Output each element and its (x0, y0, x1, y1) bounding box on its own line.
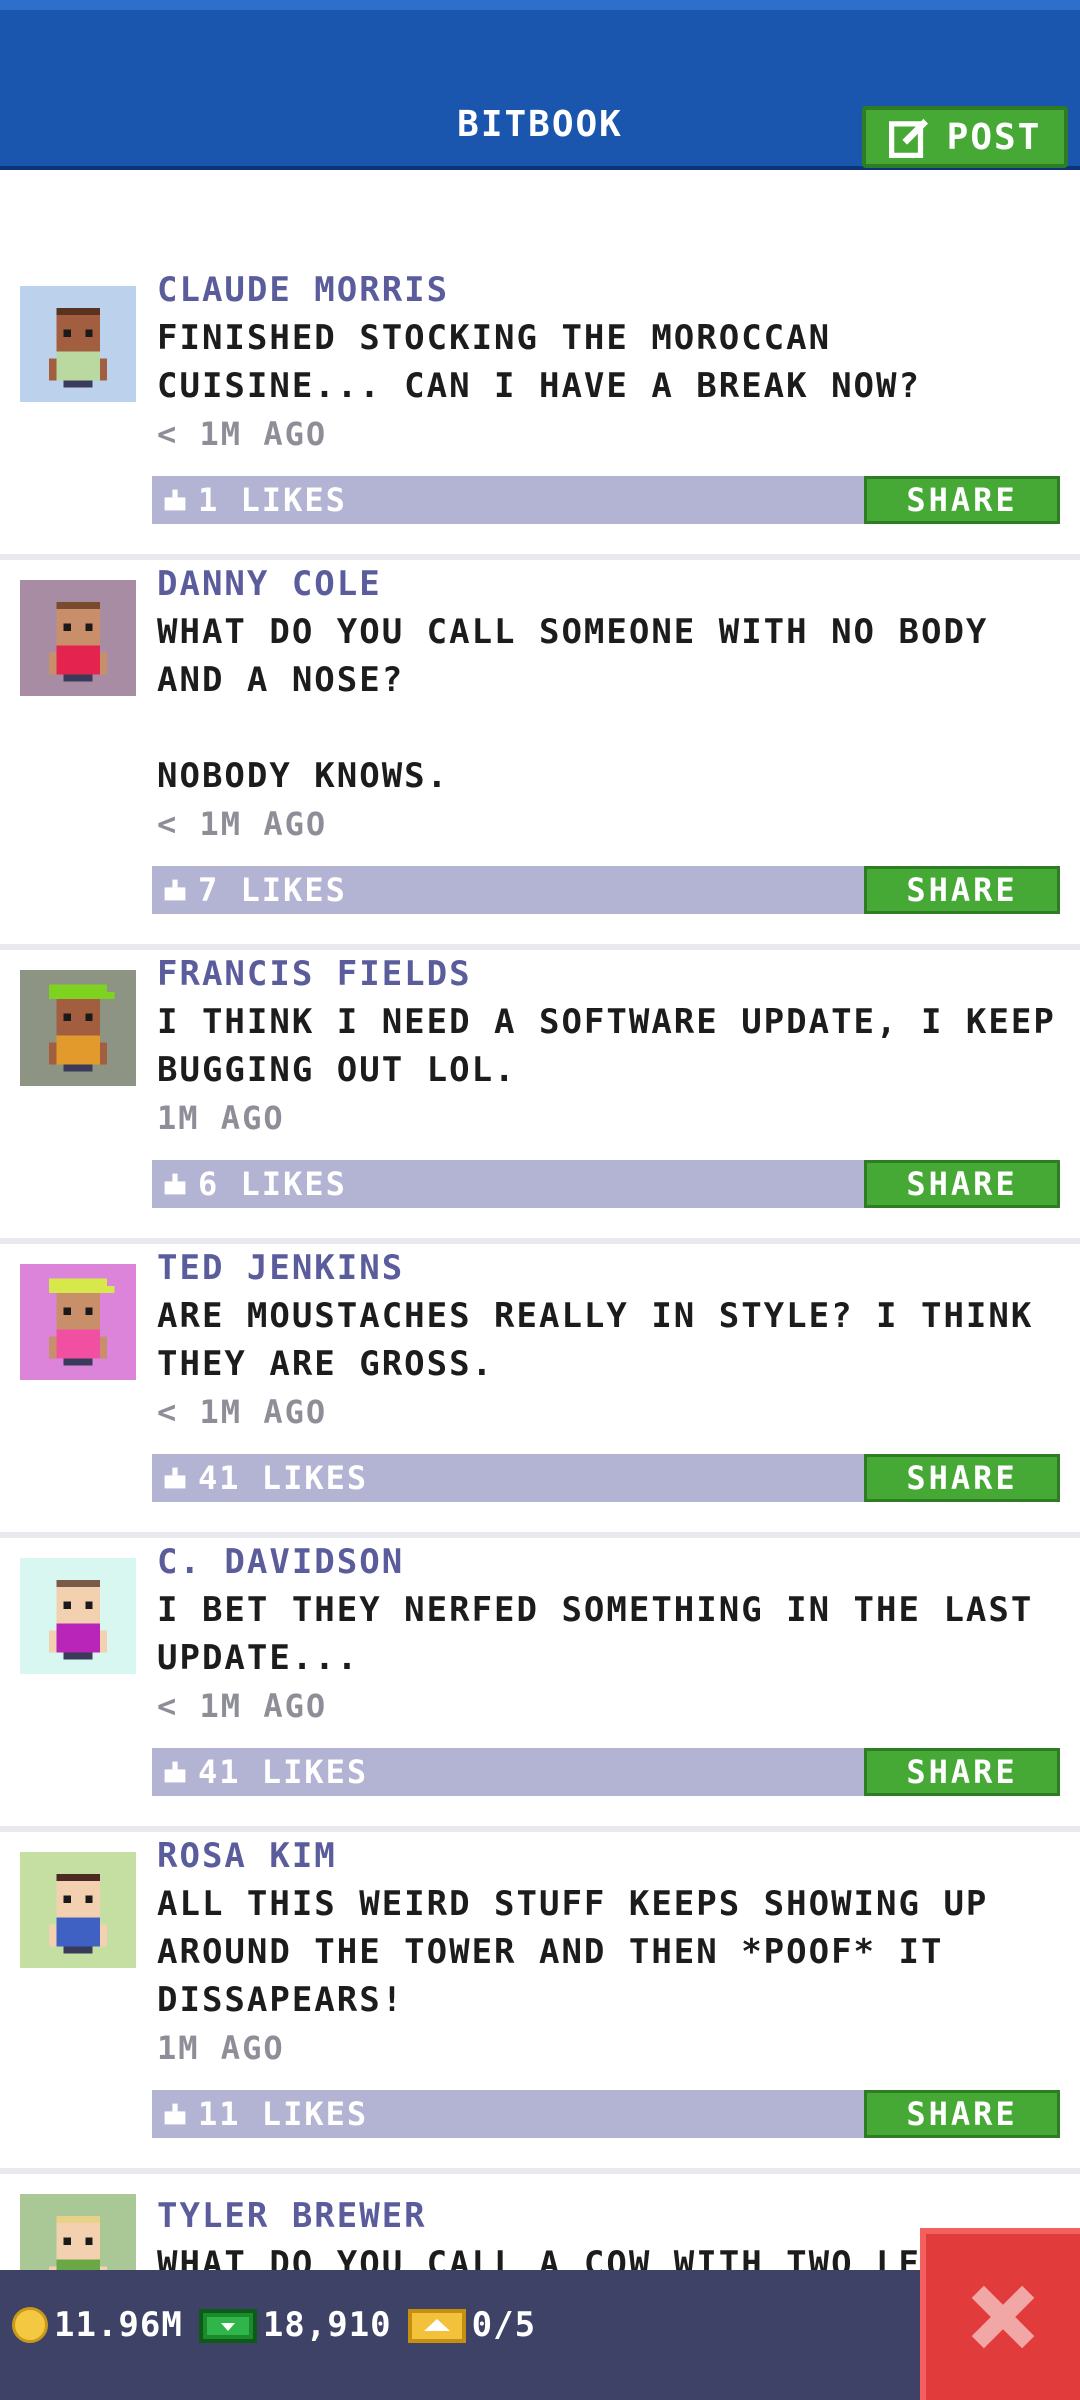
like-count: 41 LIKES (198, 1459, 369, 1497)
post-author[interactable]: DANNY COLE (157, 560, 382, 608)
post-time: < 1M AGO (157, 1393, 328, 1431)
like-button[interactable]: 1 LIKES (162, 476, 347, 524)
like-button[interactable]: 6 LIKES (162, 1160, 347, 1208)
feed-post: TED JENKINS ARE MOUSTACHES REALLY IN STY… (0, 1244, 1080, 1538)
ticket-icon (407, 2309, 466, 2343)
like-bar: 41 LIKES SHARE (152, 1748, 1060, 1796)
post-message: ARE MOUSTACHES REALLY IN STYLE? I THINK … (157, 1296, 1056, 1384)
coin-icon (12, 2307, 48, 2343)
coins-value: 11.96M (54, 2305, 183, 2345)
tickets-value: 0/5 (471, 2305, 537, 2345)
like-count: 1 LIKES (198, 481, 347, 519)
avatar[interactable] (20, 1264, 136, 1380)
like-count: 41 LIKES (198, 1753, 369, 1791)
like-bar: 6 LIKES SHARE (152, 1160, 1060, 1208)
post-time: < 1M AGO (157, 415, 328, 453)
like-button[interactable]: 41 LIKES (162, 1748, 368, 1796)
like-count: 6 LIKES (198, 1165, 347, 1203)
like-bar: 1 LIKES SHARE (152, 476, 1060, 524)
post-time: 1M AGO (157, 2029, 285, 2067)
post-author[interactable]: CLAUDE MORRIS (157, 266, 449, 314)
avatar[interactable] (20, 970, 136, 1086)
share-button[interactable]: SHARE (864, 1748, 1060, 1796)
tickets-display[interactable]: 0/5 (407, 2305, 537, 2345)
thumb-up-icon (164, 1761, 186, 1783)
share-button[interactable]: SHARE (864, 476, 1060, 524)
thumb-up-icon (164, 1467, 186, 1489)
post-message: FINISHED STOCKING THE MOROCCAN CUISINE..… (157, 318, 921, 406)
feed-list[interactable]: CLAUDE MORRIS FINISHED STOCKING THE MORO… (0, 170, 1080, 2270)
coins-display[interactable]: 11.96M (12, 2305, 183, 2345)
avatar[interactable] (20, 286, 136, 402)
currency-bar: 11.96M 18,910 0/5 (0, 2270, 1080, 2400)
post-time: < 1M AGO (157, 805, 328, 843)
post-message: WHAT DO YOU CALL SOMEONE WITH NO BODY AN… (157, 612, 989, 796)
bux-value: 18,910 (262, 2305, 392, 2345)
feed-post: TYLER BREWER WHAT DO YOU CALL A COW WITH… (0, 2174, 1080, 2270)
bux-display[interactable]: 18,910 (198, 2305, 392, 2345)
post-time: 1M AGO (157, 1099, 285, 1137)
like-count: 7 LIKES (198, 871, 347, 909)
post-button-label: POST (946, 116, 1042, 158)
post-author[interactable]: C. DAVIDSON (157, 1538, 404, 1586)
post-author[interactable]: FRANCIS FIELDS (157, 950, 472, 998)
like-button[interactable]: 41 LIKES (162, 1454, 368, 1502)
thumb-up-icon (164, 1173, 186, 1195)
feed-post: DANNY COLE WHAT DO YOU CALL SOMEONE WITH… (0, 560, 1080, 950)
thumb-up-icon (164, 879, 186, 901)
like-count: 11 LIKES (198, 2095, 369, 2133)
post-button[interactable]: POST (862, 106, 1068, 168)
like-bar: 41 LIKES SHARE (152, 1454, 1060, 1502)
thumb-up-icon (164, 2103, 186, 2125)
share-button[interactable]: SHARE (864, 1454, 1060, 1502)
bitbook-screen: BITBOOK POST CLAUDE MORRIS FINISHED STOC… (0, 0, 1080, 2400)
compose-icon (888, 118, 928, 158)
avatar[interactable] (20, 1558, 136, 1674)
post-author[interactable]: TED JENKINS (157, 1244, 404, 1292)
like-button[interactable]: 7 LIKES (162, 866, 347, 914)
bux-icon (198, 2309, 257, 2343)
close-button[interactable] (920, 2228, 1080, 2400)
post-author[interactable]: ROSA KIM (157, 1832, 337, 1880)
like-bar: 11 LIKES SHARE (152, 2090, 1060, 2138)
share-button[interactable]: SHARE (864, 866, 1060, 914)
feed-post: FRANCIS FIELDS I THINK I NEED A SOFTWARE… (0, 950, 1080, 1244)
share-button[interactable]: SHARE (864, 2090, 1060, 2138)
avatar[interactable] (20, 1852, 136, 1968)
feed-post: C. DAVIDSON I BET THEY NERFED SOMETHING … (0, 1538, 1080, 1832)
post-message: ALL THIS WEIRD STUFF KEEPS SHOWING UP AR… (157, 1884, 1011, 2020)
avatar[interactable] (20, 580, 136, 696)
avatar[interactable] (20, 2194, 136, 2270)
close-icon (971, 2285, 1035, 2349)
post-author[interactable]: TYLER BREWER (157, 2192, 427, 2240)
thumb-up-icon (164, 489, 186, 511)
like-bar: 7 LIKES SHARE (152, 866, 1060, 914)
post-message: I BET THEY NERFED SOMETHING IN THE LAST … (157, 1590, 1056, 1678)
post-time: < 1M AGO (157, 1687, 328, 1725)
header-bar: BITBOOK POST (0, 0, 1080, 170)
feed-post: CLAUDE MORRIS FINISHED STOCKING THE MORO… (0, 266, 1080, 560)
share-button[interactable]: SHARE (864, 1160, 1060, 1208)
feed-post: ROSA KIM ALL THIS WEIRD STUFF KEEPS SHOW… (0, 1832, 1080, 2174)
post-message: I THINK I NEED A SOFTWARE UPDATE, I KEEP… (157, 1002, 1079, 1090)
like-button[interactable]: 11 LIKES (162, 2090, 368, 2138)
